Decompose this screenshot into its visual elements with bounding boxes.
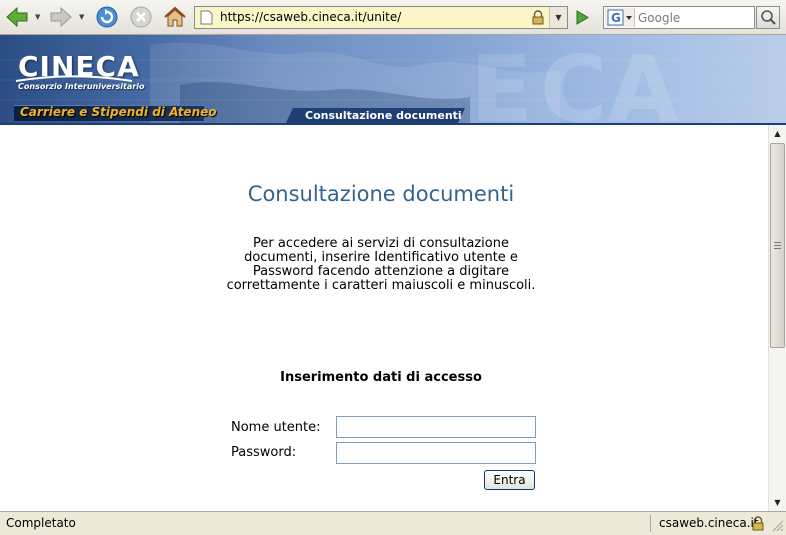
address-url[interactable]: https://csaweb.cineca.it/unite/ xyxy=(220,10,401,24)
tagline: Carriere e Stipendi di Ateneo xyxy=(20,105,217,119)
stop-button[interactable] xyxy=(128,4,154,30)
magnifier-icon xyxy=(761,10,776,25)
search-bar: G xyxy=(603,6,755,29)
forward-history-dropdown[interactable]: ▼ xyxy=(79,14,87,21)
svg-text:G: G xyxy=(611,11,621,25)
password-label: Password: xyxy=(231,445,297,460)
scrollbar-grip-icon xyxy=(774,242,781,249)
status-divider xyxy=(650,515,651,532)
home-icon xyxy=(164,6,186,27)
page-icon xyxy=(200,10,213,25)
back-button[interactable] xyxy=(4,4,30,30)
page-content: Consultazione documenti Per accedere ai … xyxy=(0,125,768,511)
scroll-down-arrow-icon[interactable]: ▼ xyxy=(769,494,786,511)
intro-line: Per accedere ai servizi di consultazione xyxy=(253,236,509,251)
svg-text:E: E xyxy=(470,36,533,125)
status-text: Completato xyxy=(6,516,76,530)
search-engine-selector[interactable]: G xyxy=(605,8,635,27)
reload-button[interactable] xyxy=(94,4,120,30)
vertical-scrollbar[interactable]: ▲ ▼ xyxy=(768,125,786,511)
home-button[interactable] xyxy=(162,4,188,30)
login-form-title: Inserimento dati di accesso xyxy=(280,370,482,385)
go-arrow-icon xyxy=(576,10,589,25)
status-bar: Completato csaweb.cineca.it xyxy=(0,511,786,535)
username-label: Nome utente: xyxy=(231,420,321,435)
google-icon: G xyxy=(607,9,632,26)
go-button[interactable] xyxy=(571,7,593,28)
logo-subtitle: Consorzio Interuniversitario xyxy=(18,82,145,91)
site-banner: CA E CINECA Consorzio Interuniversitario… xyxy=(0,35,786,125)
secure-lock-icon[interactable] xyxy=(751,516,765,531)
login-button[interactable]: Entra xyxy=(484,470,535,490)
resize-grip-icon[interactable] xyxy=(770,518,784,532)
intro-line: Password facendo attenzione a digitare xyxy=(252,264,510,279)
status-host: csaweb.cineca.it xyxy=(659,516,759,530)
reload-icon xyxy=(96,6,118,28)
section-tab-label: Consultazione documenti xyxy=(305,109,462,122)
back-arrow-icon xyxy=(6,6,28,28)
search-button[interactable] xyxy=(756,6,780,29)
intro-text: Per accedere ai servizi di consultazione… xyxy=(222,237,540,293)
forward-button[interactable] xyxy=(48,4,74,30)
intro-line: documenti, inserire Identificativo utent… xyxy=(244,250,518,265)
intro-line: correttamente i caratteri maiuscoli e mi… xyxy=(226,278,536,293)
svg-text:CA: CA xyxy=(540,36,679,125)
username-field[interactable] xyxy=(336,416,536,438)
lock-icon[interactable] xyxy=(531,10,545,25)
back-history-dropdown[interactable]: ▼ xyxy=(35,14,43,21)
scrollbar-thumb[interactable] xyxy=(770,143,785,348)
stop-icon xyxy=(130,6,152,28)
forward-arrow-icon xyxy=(50,6,72,28)
address-bar[interactable]: https://csaweb.cineca.it/unite/ ▼ xyxy=(194,6,568,29)
browser-toolbar: ▼ ▼ https://csaweb.cineca.it/unite/ ▼ G … xyxy=(0,0,786,35)
address-history-dropdown[interactable]: ▼ xyxy=(549,7,567,28)
password-field[interactable] xyxy=(336,442,536,464)
scroll-up-arrow-icon[interactable]: ▲ xyxy=(769,125,786,142)
page-title: Consultazione documenti xyxy=(247,182,515,206)
search-input[interactable] xyxy=(638,10,752,26)
